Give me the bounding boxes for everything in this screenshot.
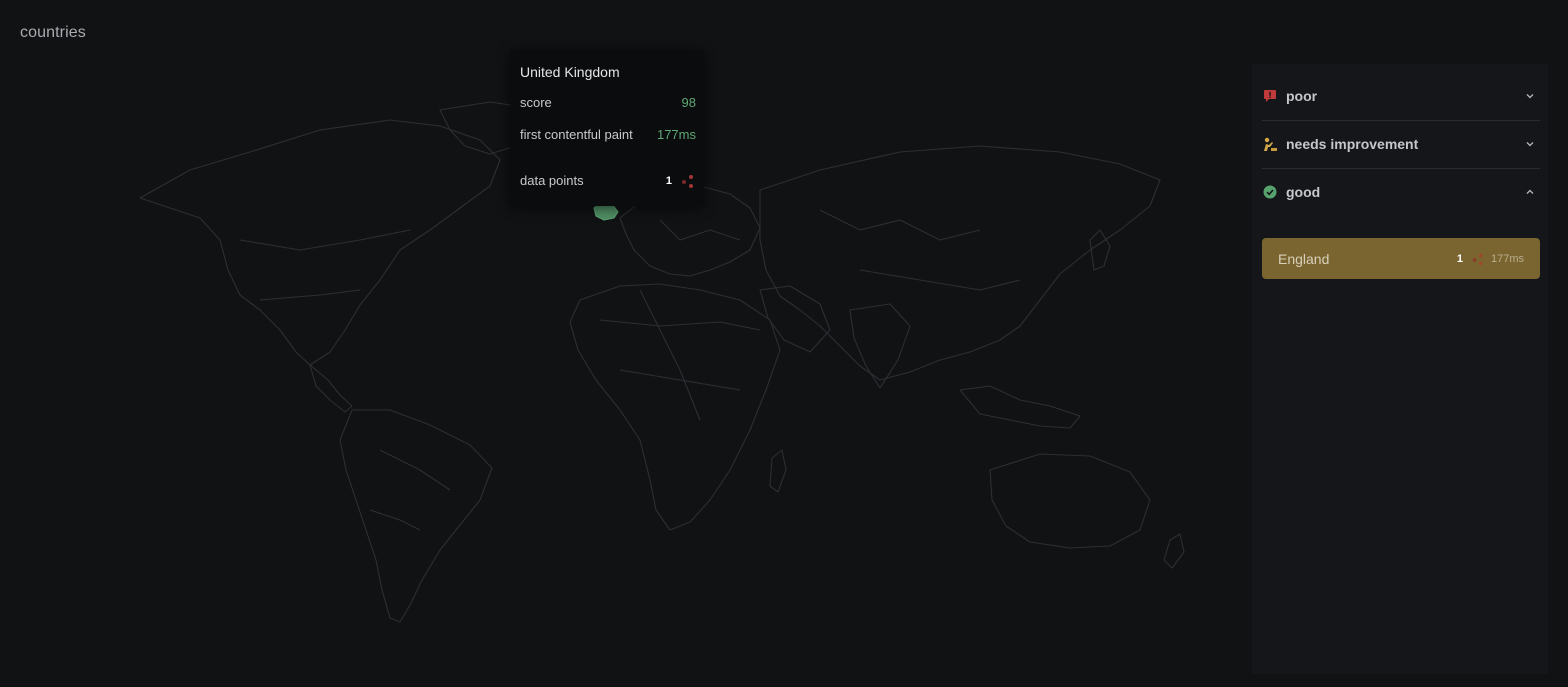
fcp-value: 177ms bbox=[1490, 252, 1524, 265]
section-good[interactable]: good bbox=[1262, 168, 1540, 216]
map-region-south-america[interactable] bbox=[339, 409, 493, 623]
scatter-dots-icon bbox=[1472, 253, 1483, 265]
map-border bbox=[859, 269, 1021, 291]
map-region-australia[interactable] bbox=[989, 453, 1151, 549]
tooltip-label: data points bbox=[520, 173, 584, 188]
map-region-africa[interactable] bbox=[569, 283, 781, 531]
country-item-england[interactable]: England 1 177ms bbox=[1262, 238, 1540, 279]
map-border bbox=[599, 319, 761, 331]
chevron-up-icon[interactable] bbox=[1524, 186, 1536, 198]
section-needs-improvement[interactable]: needs improvement bbox=[1262, 120, 1540, 169]
map-region-southeast-asia[interactable] bbox=[959, 385, 1081, 429]
map-border bbox=[379, 449, 451, 491]
section-poor[interactable]: poor bbox=[1262, 72, 1540, 121]
map-border bbox=[259, 289, 361, 301]
check-circle-icon bbox=[1262, 184, 1278, 200]
tooltip-country-name: United Kingdom bbox=[520, 64, 620, 80]
map-region-madagascar[interactable] bbox=[769, 449, 787, 493]
tooltip-row-fcp: first contentful paint 177ms bbox=[520, 127, 696, 142]
tooltip-label: score bbox=[520, 95, 552, 110]
countries-panel: countries United Kingdom score 98 first … bbox=[0, 0, 1568, 687]
map-border bbox=[369, 509, 421, 531]
tooltip-value: 98 bbox=[681, 95, 696, 110]
map-region-new-zealand[interactable] bbox=[1163, 533, 1185, 569]
map-region-asia[interactable] bbox=[759, 145, 1161, 381]
score-sidebar: poor needs improvement good England 1 17… bbox=[1252, 64, 1548, 674]
tooltip-row-data-points: data points 1 bbox=[520, 173, 696, 189]
map-border bbox=[239, 229, 411, 251]
tooltip-label: first contentful paint bbox=[520, 127, 633, 142]
map-border bbox=[659, 219, 741, 241]
map-region-japan[interactable] bbox=[1089, 229, 1111, 271]
section-label: good bbox=[1286, 184, 1321, 200]
panel-title: countries bbox=[20, 24, 86, 41]
map-border bbox=[639, 289, 701, 421]
tooltip-value: 1 bbox=[665, 175, 672, 187]
map-region-central-america[interactable] bbox=[309, 364, 353, 413]
scatter-dots-icon bbox=[682, 175, 693, 188]
map-region-arabia[interactable] bbox=[759, 285, 831, 353]
map-region-north-america[interactable] bbox=[139, 119, 501, 366]
chevron-down-icon[interactable] bbox=[1524, 90, 1536, 102]
chevron-down-icon[interactable] bbox=[1524, 138, 1536, 150]
alert-icon bbox=[1262, 88, 1278, 104]
section-label: poor bbox=[1286, 88, 1318, 104]
map-region-india[interactable] bbox=[849, 303, 911, 389]
data-point-count: 1 bbox=[1456, 252, 1463, 265]
section-label: needs improvement bbox=[1286, 136, 1419, 152]
tooltip-value: 177ms bbox=[656, 127, 696, 142]
country-name: England bbox=[1278, 250, 1330, 267]
map-border bbox=[819, 209, 981, 241]
tooltip-row-score: score 98 bbox=[520, 95, 696, 110]
construction-worker-icon bbox=[1262, 136, 1278, 152]
map-border bbox=[619, 369, 741, 391]
country-tooltip: United Kingdom score 98 first contentful… bbox=[510, 50, 704, 206]
